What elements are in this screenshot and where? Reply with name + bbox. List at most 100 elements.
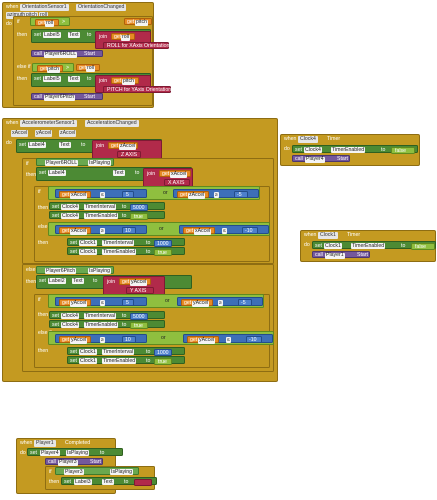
component-dropdown[interactable]: Clock1 [318, 232, 338, 240]
property-dropdown[interactable]: Text [72, 278, 84, 285]
component-dropdown[interactable]: Player6ROLL [45, 160, 79, 167]
var-dropdown[interactable]: yAccel [70, 337, 88, 344]
call-player-roll-start-block[interactable]: call Player6ROLL Start [31, 50, 103, 58]
operator-dropdown[interactable]: ≤ [100, 192, 105, 199]
component-dropdown[interactable]: Clock4 [61, 204, 79, 211]
string-value[interactable]: ROLL for XAxis Orientation [107, 43, 169, 49]
number-block[interactable]: 10 [122, 227, 136, 234]
component-dropdown[interactable]: Clock4 [61, 213, 79, 220]
var-dropdown[interactable]: xAccel [70, 192, 88, 199]
number-block[interactable]: 5000 [130, 203, 148, 211]
number-value[interactable]: -10 [249, 337, 257, 343]
set-player4-isplaying-block[interactable]: set Player4 IsPlaying to [27, 448, 123, 457]
number-value[interactable]: -5 [237, 192, 242, 198]
var-dropdown[interactable]: yAccel [70, 300, 88, 307]
get-xaccel-block[interactable]: get xAccel [59, 191, 91, 199]
compare-block[interactable]: get yAccel ≤ -10 [183, 334, 273, 344]
get-yaccel-block[interactable]: get yAccel [59, 336, 91, 344]
component-dropdown[interactable]: Clock4 [304, 147, 322, 154]
set-clock1-enabled-block[interactable]: set Clock1 TimerEnabled to false [312, 241, 436, 250]
compare-block[interactable]: get roll > [30, 17, 70, 27]
set-label3-text-block[interactable]: set Label3 Text to [61, 477, 157, 486]
set-label2-text-block[interactable]: set Label2 Text to join get yAccel Y AXI… [36, 275, 192, 295]
number-value[interactable]: 1000 [157, 350, 169, 356]
text-string-block[interactable]: PITCH for YAxis Orientation [103, 86, 171, 93]
operator[interactable]: > [62, 19, 65, 25]
component-dropdown[interactable]: Player6ROLL [44, 51, 78, 58]
get-roll-block[interactable]: get roll [35, 19, 59, 27]
boolean-block[interactable]: true [154, 357, 172, 365]
compare-block[interactable]: get xAccel ≤ -10 [179, 225, 269, 235]
boolean-block[interactable]: true [130, 321, 148, 329]
property-dropdown[interactable]: TimerEnabled [102, 358, 137, 365]
get-roll-block[interactable]: get roll [111, 33, 135, 41]
var-dropdown[interactable]: xAccel [70, 228, 88, 235]
var-dropdown[interactable]: roll [86, 65, 95, 72]
property-dropdown[interactable]: IsPlaying [88, 268, 112, 275]
property-dropdown[interactable]: Text [102, 479, 114, 486]
var-dropdown[interactable]: yAccel [130, 279, 148, 286]
param-zaccel[interactable]: zAccel [59, 130, 77, 138]
clock4-timer-event-block[interactable]: when Clock4 Timer do set Clock4 TimerEna… [280, 134, 420, 166]
property-dropdown[interactable]: Text [68, 76, 80, 83]
get-zaccel-block[interactable]: get zAccel [108, 142, 138, 150]
compare-block[interactable]: get yAccel ≥ -5 [177, 297, 263, 307]
property-dropdown[interactable]: Text [59, 142, 71, 149]
operator-dropdown[interactable]: ≥ [100, 228, 105, 235]
var-dropdown[interactable]: zAccel [119, 143, 137, 150]
component-dropdown[interactable]: AccelerometerSensor1 [20, 120, 77, 128]
operator-dropdown[interactable]: ≤ [222, 228, 227, 235]
var-dropdown[interactable]: pitch [122, 78, 135, 85]
var-dropdown[interactable]: zAccel [188, 192, 206, 199]
property-dropdown[interactable]: IsPlaying [66, 450, 90, 457]
property-dropdown[interactable]: IsPlaying [110, 469, 134, 476]
get-yaccel-block[interactable]: get yAccel [181, 299, 213, 307]
number-block[interactable]: 5 [122, 191, 134, 198]
boolean-value[interactable]: true [134, 323, 143, 329]
component-dropdown[interactable]: Clock4 [61, 322, 79, 329]
var-dropdown[interactable]: pitch [135, 19, 148, 26]
call-player4-start-block[interactable]: call Player4 Start [292, 155, 350, 163]
number-block[interactable]: 5000 [130, 312, 148, 320]
set-label5-text-block[interactable]: set Label5 Text to join get roll ROLL fo… [31, 29, 169, 49]
number-value[interactable]: 10 [125, 337, 131, 343]
component-dropdown[interactable]: Player6Pitch [44, 94, 76, 101]
component-dropdown[interactable]: Player1 [325, 252, 345, 259]
get-xaccel-block[interactable]: get xAccel [159, 170, 191, 178]
set-clock1-interval-block[interactable]: set Clock1 TimerInterval to 1000 [67, 238, 185, 247]
get-pitch-block[interactable]: get pitch [111, 77, 139, 85]
set-clock1-enabled-block[interactable]: set Clock1 TimerEnabled to true [67, 247, 185, 256]
number-value[interactable]: 5 [126, 192, 129, 198]
or-block[interactable]: get xAccel ≤ 5 or get zAccel ≥ -5 [48, 186, 260, 200]
get-yaccel-block[interactable]: get yAccel [119, 278, 151, 286]
compare-block[interactable]: get xAccel ≤ 5 [55, 189, 147, 199]
set-clock4-enabled-block[interactable]: set Clock4 TimerEnabled to false [292, 145, 418, 154]
property-dropdown[interactable]: TimerInterval [84, 204, 117, 211]
boolean-value[interactable]: true [158, 359, 167, 365]
player-pitch-isplaying-block[interactable]: Player6Pitch IsPlaying [36, 266, 114, 275]
number-value[interactable]: -10 [245, 228, 253, 234]
boolean-value[interactable]: true [158, 250, 167, 256]
property-dropdown[interactable]: Text [113, 170, 125, 177]
text-string-block[interactable]: Z AXIS [117, 151, 141, 158]
number-block[interactable]: -5 [234, 191, 248, 198]
component-dropdown[interactable]: Label4 [28, 142, 46, 149]
boolean-block[interactable]: true [154, 248, 172, 256]
string-value[interactable]: PITCH for YAxis Orientation [107, 87, 171, 93]
property-dropdown[interactable]: TimerInterval [102, 240, 135, 247]
set-label4-text-block[interactable]: set Label4 Text to join get zAccel Z AXI… [16, 139, 162, 159]
property-dropdown[interactable]: Text [68, 32, 80, 39]
get-xaccel-block[interactable]: get xAccel [59, 227, 91, 235]
join-block[interactable]: join get roll ROLL for XAxis Orientation [95, 31, 169, 49]
var-dropdown[interactable]: roll [121, 34, 130, 41]
call-player3-start-block[interactable]: call Player3 Start [45, 458, 103, 466]
number-value[interactable]: 1000 [157, 241, 169, 247]
component-dropdown[interactable]: Clock4 [61, 313, 79, 320]
get-roll-block[interactable]: get roll [76, 64, 100, 72]
component-dropdown[interactable]: Label5 [43, 32, 61, 39]
param-xaccel[interactable]: xAccel [11, 130, 29, 138]
set-clock1-enabled-block[interactable]: set Clock1 TimerEnabled to true [67, 356, 185, 365]
property-dropdown[interactable]: IsPlaying [88, 160, 112, 167]
var-dropdown[interactable]: pitch [47, 66, 60, 73]
component-dropdown[interactable]: Clock1 [79, 249, 97, 256]
